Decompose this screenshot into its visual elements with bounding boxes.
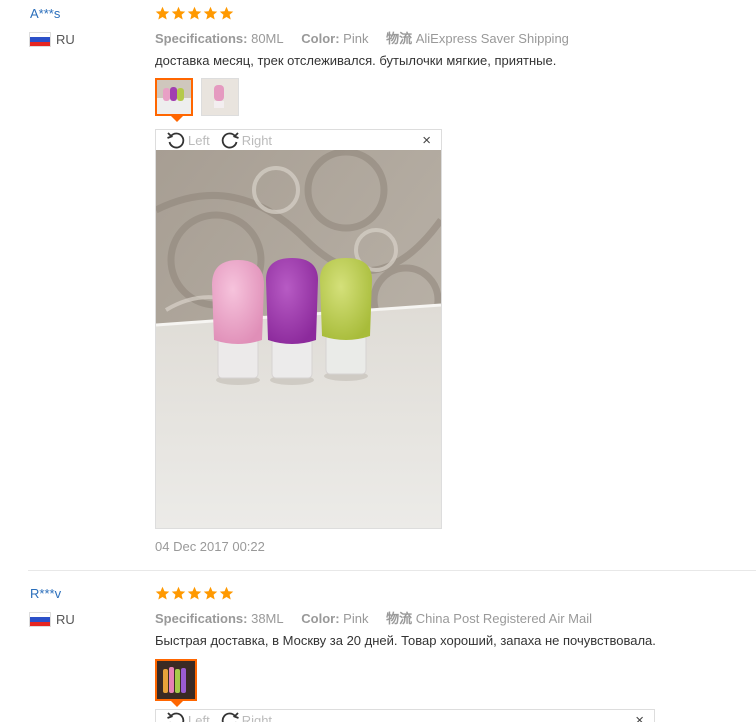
photo-thumbnail[interactable] bbox=[155, 78, 193, 122]
shipping-value: AliExpress Saver Shipping bbox=[415, 31, 569, 46]
reviewer-name[interactable]: R***v bbox=[30, 586, 61, 601]
star-icon bbox=[155, 586, 170, 600]
review-item: R***v RU Specifications: 38ML Color: Pin… bbox=[0, 571, 756, 722]
star-rating bbox=[155, 586, 234, 601]
review-item: A***s RU Specifications: 80ML Color: Pin… bbox=[0, 0, 756, 570]
rotate-left-icon bbox=[167, 712, 185, 722]
star-icon bbox=[155, 6, 170, 20]
russia-flag-icon bbox=[30, 613, 50, 626]
star-rating bbox=[155, 6, 234, 21]
country-code: RU bbox=[56, 32, 75, 47]
photo-viewer: Left Right × bbox=[155, 709, 655, 722]
rotate-left-label: Left bbox=[188, 712, 210, 722]
viewer-toolbar: Left Right × bbox=[156, 130, 441, 150]
rotate-right-label: Right bbox=[241, 132, 273, 148]
star-icon bbox=[219, 586, 234, 600]
spec-value: 80ML bbox=[251, 31, 284, 46]
bottles-thumbnail-icon bbox=[157, 661, 195, 699]
review-text: доставка месяц, трек отслеживался. бутыл… bbox=[155, 53, 557, 68]
rotate-right-button[interactable]: Right bbox=[220, 710, 272, 722]
russia-flag-icon bbox=[30, 33, 50, 46]
photo-viewer: Left Right × bbox=[155, 129, 442, 529]
reviewer-country: RU bbox=[30, 612, 75, 627]
star-icon bbox=[203, 586, 218, 600]
country-code: RU bbox=[56, 612, 75, 627]
reviewer-name[interactable]: A***s bbox=[30, 6, 60, 21]
rotate-right-icon bbox=[221, 712, 239, 722]
rotate-right-button[interactable]: Right bbox=[220, 130, 272, 150]
star-icon bbox=[219, 6, 234, 20]
rotate-left-label: Left bbox=[188, 132, 210, 148]
spec-value: 38ML bbox=[251, 611, 284, 626]
review-text: Быстрая доставка, в Москву за 20 дней. Т… bbox=[155, 633, 656, 648]
rotate-left-button[interactable]: Left bbox=[166, 130, 210, 150]
star-icon bbox=[187, 6, 202, 20]
photo-thumbnail[interactable] bbox=[155, 659, 197, 707]
color-value: Pink bbox=[343, 611, 369, 626]
reviewer-country: RU bbox=[30, 32, 75, 47]
photo-thumbnails bbox=[155, 78, 239, 122]
order-specs: Specifications: 80ML Color: Pink 物流 AliE… bbox=[155, 28, 569, 47]
review-photo bbox=[156, 150, 441, 528]
shipping-label: 物流 bbox=[386, 31, 413, 46]
rotate-left-button[interactable]: Left bbox=[166, 710, 210, 722]
close-viewer-button[interactable]: × bbox=[635, 712, 644, 722]
star-icon bbox=[187, 586, 202, 600]
review-date: 04 Dec 2017 00:22 bbox=[155, 539, 265, 554]
star-icon bbox=[171, 586, 186, 600]
photo-thumbnails bbox=[155, 659, 197, 707]
bottles-photo bbox=[156, 150, 441, 528]
close-viewer-button[interactable]: × bbox=[422, 132, 431, 149]
bottles-thumbnail-icon bbox=[157, 80, 191, 114]
shipping-value: China Post Registered Air Mail bbox=[415, 611, 593, 626]
spec-label: Specifications: bbox=[155, 611, 248, 626]
color-label: Color: bbox=[301, 611, 340, 626]
color-label: Color: bbox=[301, 31, 340, 46]
rotate-right-icon bbox=[221, 132, 239, 149]
viewer-toolbar: Left Right × bbox=[156, 710, 654, 722]
spec-label: Specifications: bbox=[155, 31, 248, 46]
photo-thumbnail[interactable] bbox=[201, 78, 239, 116]
bottle-thumbnail-icon bbox=[202, 79, 238, 115]
order-specs: Specifications: 38ML Color: Pink 物流 Chin… bbox=[155, 608, 592, 627]
color-value: Pink bbox=[343, 31, 369, 46]
rotate-right-label: Right bbox=[241, 712, 273, 722]
star-icon bbox=[203, 6, 218, 20]
star-icon bbox=[171, 6, 186, 20]
shipping-label: 物流 bbox=[386, 611, 413, 626]
rotate-left-icon bbox=[167, 132, 185, 149]
